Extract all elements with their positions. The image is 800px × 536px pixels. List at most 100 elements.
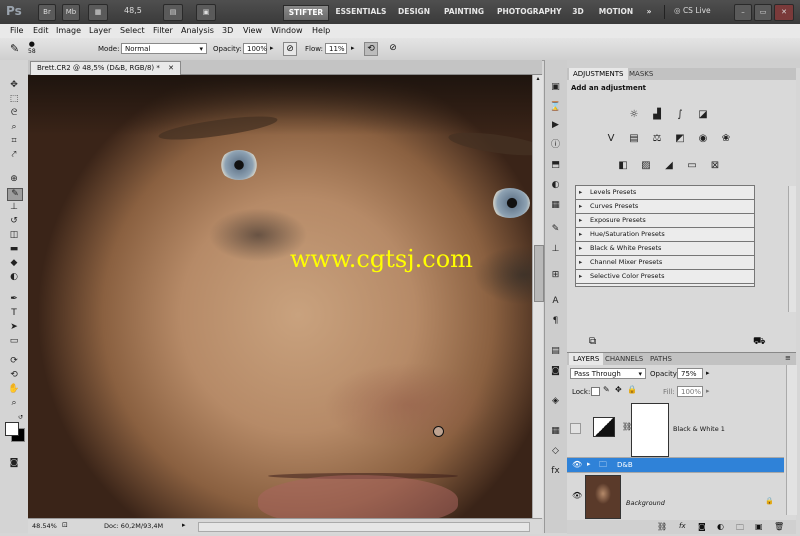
zoom-level[interactable]: 48,5 [124, 6, 142, 15]
brightness-contrast-icon[interactable]: ☼ [627, 108, 641, 122]
workspace-painting[interactable]: PAINTING [442, 5, 486, 19]
mini-bridge-button[interactable]: Mb [62, 4, 80, 21]
flow-dropdown-icon[interactable]: ▸ [351, 44, 355, 52]
swatches-icon[interactable]: ▦ [549, 200, 562, 211]
foreground-color-swatch[interactable] [5, 422, 19, 436]
minimize-button[interactable]: – [734, 4, 752, 21]
pressure-size-button[interactable]: ⊘ [386, 42, 400, 56]
layer-row-background[interactable]: 👁 Background 🔒 [567, 473, 784, 521]
healing-brush-tool-icon[interactable]: ⊕ [7, 174, 21, 185]
brush-tool-icon[interactable]: ✎ [7, 188, 23, 201]
fx-icon[interactable]: fx [549, 466, 562, 477]
pen-tool-icon[interactable]: ✒ [7, 294, 21, 305]
history-brush-tool-icon[interactable]: ↺ [7, 216, 21, 227]
close-button[interactable]: ✕ [774, 4, 794, 21]
black-white-icon[interactable]: ◩ [673, 132, 687, 146]
marquee-tool-icon[interactable]: ⬚ [7, 94, 21, 105]
document-canvas[interactable]: www.cgtsj.com [28, 75, 532, 518]
menu-window[interactable]: Window [271, 25, 303, 37]
preset-curves[interactable]: ▸ Curves Presets [576, 200, 754, 214]
pressure-opacity-button[interactable]: ⊘ [283, 42, 297, 56]
mini-bridge-icon[interactable]: ▣ [549, 82, 562, 93]
menu-image[interactable]: Image [56, 25, 81, 37]
menu-view[interactable]: View [243, 25, 262, 37]
swap-colors-icon[interactable]: ↺ [18, 414, 23, 421]
status-info-icon[interactable]: ⊡ [62, 521, 68, 529]
menu-file[interactable]: File [10, 25, 23, 37]
threshold-icon[interactable]: ◢ [662, 159, 676, 173]
preset-hue-saturation[interactable]: ▸ Hue/Saturation Presets [576, 228, 754, 242]
screen-mode-button[interactable]: ▣ [196, 4, 216, 21]
airbrush-button[interactable]: ⟲ [364, 42, 378, 56]
link-layers-icon[interactable]: ⛓ [657, 522, 667, 531]
opacity-dropdown-icon[interactable]: ▸ [270, 44, 274, 52]
layer-opacity-dropdown-icon[interactable]: ▸ [706, 369, 710, 377]
menu-layer[interactable]: Layer [89, 25, 111, 37]
lasso-tool-icon[interactable]: ᘓ [7, 108, 21, 119]
tab-masks[interactable]: MASKS [625, 68, 657, 80]
eye-icon[interactable]: 👁 [572, 491, 582, 500]
menu-filter[interactable]: Filter [153, 25, 173, 37]
restore-button[interactable]: ▭ [754, 4, 772, 21]
scroll-up-icon[interactable]: ▴ [534, 75, 542, 83]
clip-to-layer-icon[interactable]: ⧉ [589, 336, 596, 347]
preset-channel-mixer[interactable]: ▸ Channel Mixer Presets [576, 256, 754, 270]
menu-help[interactable]: Help [312, 25, 330, 37]
delete-layer-icon[interactable]: 🗑 [774, 522, 784, 531]
navigator-icon[interactable]: ⬒ [549, 160, 562, 171]
levels-icon[interactable]: ▟ [650, 108, 664, 122]
3d-rotate-tool-icon[interactable]: ⟳ [7, 356, 21, 367]
menu-edit[interactable]: Edit [33, 25, 49, 37]
blur-tool-icon[interactable]: ◆ [7, 258, 21, 269]
tab-layers[interactable]: LAYERS [569, 353, 604, 365]
adjustments-scrollbar[interactable] [788, 186, 796, 312]
move-tool-icon[interactable]: ✥ [7, 80, 21, 91]
new-group-icon[interactable]: 🗀 [736, 522, 744, 536]
character-icon[interactable]: A [549, 296, 562, 307]
tab-channels[interactable]: CHANNELS [601, 353, 647, 365]
invert-icon[interactable]: ◧ [616, 159, 630, 173]
close-tab-icon[interactable]: ✕ [168, 64, 174, 72]
curves-icon[interactable]: ∫ [673, 108, 687, 122]
clone-stamp-tool-icon[interactable]: ⊥ [7, 202, 21, 213]
lock-transparent-icon[interactable] [591, 387, 600, 396]
gradient-tool-icon[interactable]: ▬ [7, 244, 21, 255]
dodge-tool-icon[interactable]: ◐ [7, 272, 21, 283]
quick-mask-icon[interactable]: ◙ [7, 458, 21, 469]
workspace-photography[interactable]: PHOTOGRAPHY [497, 5, 562, 19]
preset-black-white[interactable]: ▸ Black & White Presets [576, 242, 754, 256]
workspace-motion[interactable]: MOTION [596, 5, 636, 19]
3d-orbit-tool-icon[interactable]: ⟲ [7, 370, 21, 381]
eye-icon[interactable]: 👁 [572, 460, 582, 469]
brush-preset-picker[interactable]: ● 58 [28, 40, 36, 55]
visibility-toggle-off[interactable] [570, 423, 581, 434]
selective-color-icon[interactable]: ⊠ [708, 159, 722, 173]
preset-levels[interactable]: ▸ Levels Presets [576, 186, 754, 200]
hand-tool-icon[interactable]: ✋ [7, 384, 21, 395]
tab-adjustments[interactable]: ADJUSTMENTS [569, 68, 628, 80]
blend-mode-select[interactable]: Pass Through ▾ [570, 368, 646, 379]
layer-opacity-field[interactable]: 75% [677, 368, 703, 379]
quick-selection-tool-icon[interactable]: ⌕ [7, 122, 21, 133]
horizontal-scrollbar[interactable] [198, 522, 530, 532]
panel-menu-icon[interactable]: ≡ [785, 354, 791, 362]
color-balance-icon[interactable]: ⚖ [650, 132, 664, 146]
document-tab[interactable]: Brett.CR2 @ 48,5% (D&B, RGB/8) * ✕ [30, 61, 181, 75]
eraser-tool-icon[interactable]: ◫ [7, 230, 21, 241]
zoom-status[interactable]: 48.54% [32, 522, 57, 530]
status-menu-icon[interactable]: ▸ [182, 521, 186, 529]
fill-dropdown-icon[interactable]: ▸ [706, 387, 710, 395]
scroll-thumb[interactable] [534, 245, 544, 302]
preset-exposure[interactable]: ▸ Exposure Presets [576, 214, 754, 228]
workspace-stifter[interactable]: STIFTER [283, 5, 329, 21]
tab-paths[interactable]: PATHS [646, 353, 676, 365]
arrange-documents-button[interactable]: ▤ [163, 4, 183, 21]
menu-select[interactable]: Select [120, 25, 145, 37]
masks-icon[interactable]: ◙ [549, 366, 562, 377]
add-mask-icon[interactable]: ◙ [698, 522, 706, 531]
new-layer-icon[interactable]: ▣ [755, 522, 763, 531]
flow-field[interactable]: 11% [325, 43, 347, 54]
channel-mixer-icon[interactable]: ❀ [719, 132, 733, 146]
workspace-3d[interactable]: 3D [569, 5, 587, 19]
menu-analysis[interactable]: Analysis [181, 25, 214, 37]
